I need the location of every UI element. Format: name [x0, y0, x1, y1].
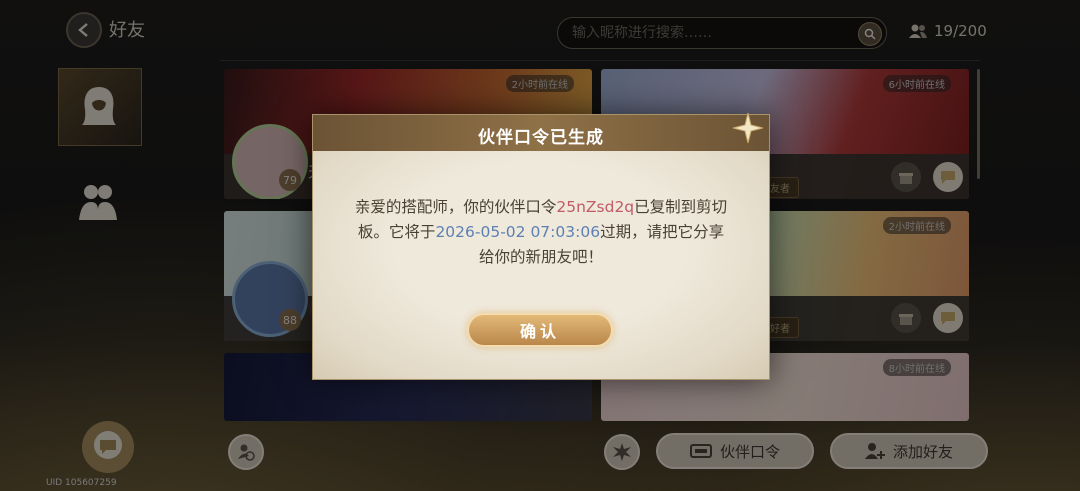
confirm-button[interactable]: 确认 — [467, 313, 613, 347]
expiry-date: 2026-05-02 07:03:06 — [435, 223, 601, 241]
dialog-title: 伙伴口令已生成 — [478, 128, 604, 148]
partner-code-dialog: 伙伴口令已生成 亲爱的搭配师，你的伙伴口令25nZsd2q已复制到剪切板。它将于… — [312, 111, 770, 380]
partner-code: 25nZsd2q — [556, 198, 635, 216]
dialog-message: 亲爱的搭配师，你的伙伴口令25nZsd2q已复制到剪切板。它将于2026-05-… — [353, 195, 729, 270]
close-button[interactable] — [731, 111, 765, 145]
star-close-icon — [732, 112, 764, 144]
message-part-1: 亲爱的搭配师，你的伙伴口令 — [354, 198, 557, 216]
